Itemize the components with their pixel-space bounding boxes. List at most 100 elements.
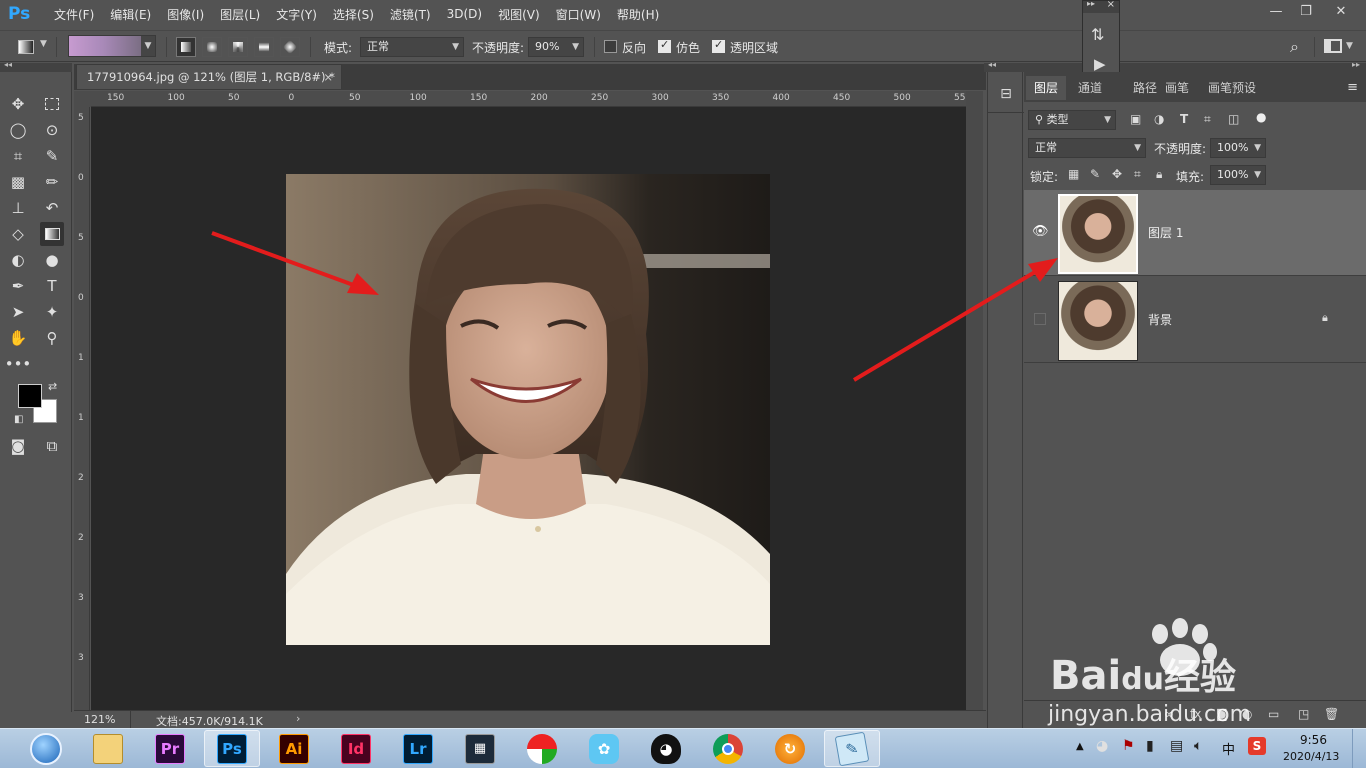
- filter-smart-object-icon[interactable]: ◫: [1228, 112, 1239, 126]
- mode-dropdown[interactable]: 正常 ▼: [360, 37, 464, 57]
- type-tool-icon[interactable]: T: [40, 274, 64, 298]
- taskbar-video-editor[interactable]: ▦: [452, 730, 508, 767]
- taskbar-indesign[interactable]: Id: [328, 730, 384, 767]
- filter-adjustment-icon[interactable]: ◑: [1154, 112, 1164, 126]
- taskbar-explorer[interactable]: [80, 730, 136, 767]
- filter-type-icon[interactable]: T: [1180, 112, 1188, 126]
- marquee-tool-icon[interactable]: [40, 92, 64, 116]
- menu-view[interactable]: 视图(V): [498, 6, 540, 23]
- gradient-tool-icon[interactable]: [40, 222, 64, 246]
- taskbar-chrome[interactable]: [700, 730, 756, 767]
- quick-mask-icon[interactable]: ◙: [6, 434, 30, 458]
- angle-gradient-button[interactable]: [228, 37, 248, 57]
- pen-tool-icon[interactable]: ✒: [6, 274, 30, 298]
- taskbar-qq[interactable]: ◕: [638, 730, 694, 767]
- vertical-scrollbar[interactable]: [966, 91, 983, 710]
- foreground-color-swatch[interactable]: [18, 384, 42, 408]
- menu-window[interactable]: 窗口(W): [556, 6, 601, 23]
- menu-file[interactable]: 文件(F): [54, 6, 94, 23]
- chevron-right-icon[interactable]: ›: [296, 712, 300, 725]
- tab-brush[interactable]: 画笔: [1157, 76, 1197, 100]
- restore-button[interactable]: ❐: [1290, 0, 1322, 22]
- eraser-tool-icon[interactable]: ◇: [6, 222, 30, 246]
- dodge-tool-icon[interactable]: ●: [40, 248, 64, 272]
- close-window-button[interactable]: ✕: [1325, 0, 1357, 22]
- document-tab[interactable]: 177910964.jpg @ 121% (图层 1, RGB/8#) * ×: [76, 64, 342, 89]
- blur-tool-icon[interactable]: ◐: [6, 248, 30, 272]
- menu-type[interactable]: 文字(Y): [276, 6, 317, 23]
- eyedropper-tool-icon[interactable]: ✎: [40, 144, 64, 168]
- layer-comps-icon[interactable]: ⊟: [994, 86, 1018, 110]
- search-icon[interactable]: ⌕: [1290, 37, 1310, 57]
- workspace-icon[interactable]: [1324, 39, 1342, 53]
- fill-input[interactable]: 100% ▼: [1210, 165, 1266, 185]
- panel-collapse-strip[interactable]: ▸▸ ◂◂: [984, 60, 1366, 72]
- more-tools-icon[interactable]: •••: [5, 352, 32, 376]
- tab-channels[interactable]: 通道: [1070, 76, 1110, 100]
- tray-network-icon[interactable]: ▤: [1170, 738, 1183, 754]
- reverse-checkbox[interactable]: [604, 40, 617, 53]
- show-desktop-button[interactable]: [1352, 729, 1366, 768]
- menu-filter[interactable]: 滤镜(T): [390, 6, 431, 23]
- zoom-level[interactable]: 121%: [84, 713, 115, 726]
- healing-brush-tool-icon[interactable]: ▩: [6, 170, 30, 194]
- taskbar-lightroom[interactable]: Lr: [390, 730, 446, 767]
- canvas-area[interactable]: [91, 107, 966, 710]
- taskbar-umbrella-app[interactable]: [514, 730, 570, 767]
- filter-pixel-icon[interactable]: ▣: [1130, 112, 1141, 126]
- swap-colors-icon[interactable]: ⇄: [48, 380, 57, 393]
- dither-checkbox[interactable]: [658, 38, 671, 53]
- opacity-input[interactable]: 90% ▼: [528, 37, 584, 57]
- clock-time[interactable]: 9:56: [1300, 733, 1327, 747]
- lasso-tool-icon[interactable]: ◯: [6, 118, 30, 142]
- lock-all-icon[interactable]: 🔒︎: [1156, 167, 1162, 182]
- lock-transparent-icon[interactable]: ▦: [1068, 167, 1079, 181]
- transparency-checkbox[interactable]: [712, 38, 725, 53]
- lock-image-icon[interactable]: ✎: [1090, 167, 1100, 181]
- chevron-down-icon[interactable]: ▼: [1346, 41, 1353, 51]
- tray-ime-indicator[interactable]: 中: [1222, 739, 1235, 758]
- filter-toggle-icon[interactable]: ●: [1256, 110, 1266, 124]
- history-icon[interactable]: ⇅: [1091, 25, 1104, 44]
- history-brush-tool-icon[interactable]: ↶: [40, 196, 64, 220]
- quick-select-tool-icon[interactable]: ⊙: [40, 118, 64, 142]
- lock-artboard-icon[interactable]: ⌗: [1134, 167, 1141, 182]
- close-icon[interactable]: ×: [1107, 0, 1115, 10]
- hand-tool-icon[interactable]: ✋: [6, 326, 30, 350]
- zoom-tool-icon[interactable]: ⚲: [40, 326, 64, 350]
- linear-gradient-button[interactable]: [176, 37, 196, 57]
- tab-layers[interactable]: 图层: [1026, 76, 1067, 100]
- menu-3d[interactable]: 3D(D): [447, 7, 482, 21]
- tray-volume-icon[interactable]: 🔈︎: [1194, 738, 1202, 754]
- tray-battery-icon[interactable]: ▮: [1146, 738, 1154, 754]
- clock-date[interactable]: 2020/4/13: [1283, 750, 1339, 763]
- clone-stamp-tool-icon[interactable]: ⊥: [6, 196, 30, 220]
- gradient-picker[interactable]: ▼: [68, 35, 156, 57]
- crop-tool-icon[interactable]: ⌗: [6, 144, 30, 168]
- tray-expand-icon[interactable]: ▲: [1076, 741, 1084, 752]
- diamond-gradient-button[interactable]: [280, 37, 300, 57]
- blend-mode-dropdown[interactable]: 正常 ▼: [1028, 138, 1146, 158]
- default-colors-icon[interactable]: ◧: [14, 414, 23, 425]
- tab-brush-presets[interactable]: 画笔预设: [1200, 76, 1264, 100]
- menu-help[interactable]: 帮助(H): [617, 6, 659, 23]
- toolbar-collapse-strip[interactable]: ◂◂: [0, 60, 72, 72]
- tray-flag-icon[interactable]: ⚑: [1122, 738, 1135, 754]
- floating-panel-header[interactable]: ▸▸ ×: [1083, 0, 1119, 13]
- screen-mode-icon[interactable]: ⧉: [40, 434, 64, 458]
- minimize-button[interactable]: —: [1260, 0, 1292, 22]
- filter-shape-icon[interactable]: ⌗: [1204, 112, 1211, 127]
- reflected-gradient-button[interactable]: [254, 37, 274, 57]
- play-icon[interactable]: ▶: [1094, 55, 1106, 73]
- taskbar-chat-app[interactable]: ✿: [576, 730, 632, 767]
- close-tab-icon[interactable]: ×: [323, 65, 333, 89]
- taskbar-premiere[interactable]: Pr: [142, 730, 198, 767]
- menu-layer[interactable]: 图层(L): [220, 6, 260, 23]
- start-button[interactable]: [16, 730, 76, 767]
- tool-preset-picker[interactable]: ▼: [10, 37, 50, 57]
- menu-select[interactable]: 选择(S): [333, 6, 374, 23]
- taskbar-orange-app[interactable]: ↻: [762, 730, 818, 767]
- menu-image[interactable]: 图像(I): [167, 6, 204, 23]
- tray-qq-icon[interactable]: ◕: [1096, 738, 1108, 754]
- brush-tool-icon[interactable]: ✏: [40, 170, 64, 194]
